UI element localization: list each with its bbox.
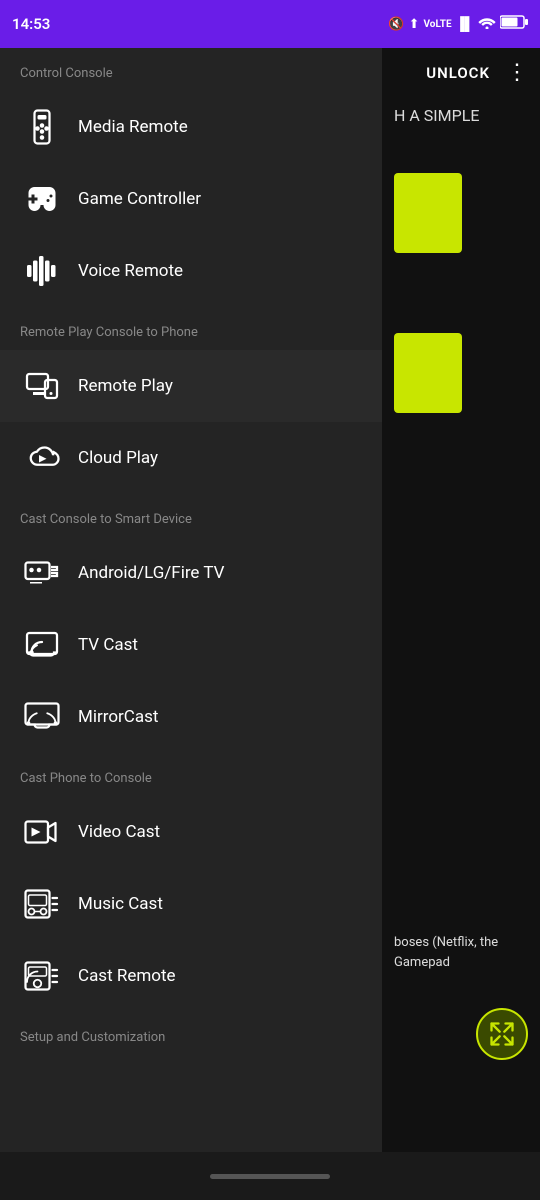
sidebar-item-cloud-play[interactable]: Cloud Play	[0, 422, 382, 494]
yellow-rect-2	[394, 333, 462, 413]
sidebar-item-music-cast[interactable]: Music Cast	[0, 868, 382, 940]
mirrorcast-icon	[20, 695, 64, 739]
sidebar-item-label-remote-play: Remote Play	[78, 376, 173, 396]
sidebar-item-label-mirrorcast: MirrorCast	[78, 707, 158, 727]
upload-icon: ⬆	[409, 17, 420, 32]
sidebar-item-video-cast[interactable]: Video Cast	[0, 796, 382, 868]
section-header-setup: Setup and Customization	[0, 1012, 382, 1055]
volte-icon: VoLTE	[424, 19, 452, 30]
expand-button[interactable]	[476, 1008, 528, 1060]
battery-level	[500, 15, 528, 33]
main-subtitle: H A SIMPLE	[382, 98, 540, 133]
sidebar-item-label-media-remote: Media Remote	[78, 117, 188, 137]
nav-bar	[0, 1152, 540, 1200]
game-controller-icon	[20, 177, 64, 221]
main-layout: Control Console Media Remote	[0, 48, 540, 1200]
nav-pill	[210, 1174, 330, 1179]
android-tv-icon	[20, 551, 64, 595]
sidebar: Control Console Media Remote	[0, 48, 382, 1200]
rect-group-2	[382, 333, 540, 413]
top-bar: UNLOCK ⋮	[382, 48, 540, 98]
section-remote-play: Remote Play Console to Phone Remote Play	[0, 307, 382, 494]
status-icons: 🔇 ⬆ VoLTE ▐▌	[388, 15, 528, 33]
sidebar-item-label-cloud-play: Cloud Play	[78, 448, 158, 468]
mute-icon: 🔇	[388, 17, 404, 32]
media-remote-icon	[20, 105, 64, 149]
music-cast-icon	[20, 882, 64, 926]
section-header-remote-play: Remote Play Console to Phone	[0, 307, 382, 350]
tv-cast-icon	[20, 623, 64, 667]
section-control-console: Control Console Media Remote	[0, 48, 382, 307]
cast-remote-icon	[20, 954, 64, 998]
cloud-play-icon	[20, 436, 64, 480]
sidebar-item-label-android-lg-fire: Android/LG/Fire TV	[78, 563, 224, 583]
sidebar-item-remote-play[interactable]: Remote Play	[0, 350, 382, 422]
sidebar-item-label-tv-cast: TV Cast	[78, 635, 138, 655]
sidebar-item-label-voice-remote: Voice Remote	[78, 261, 183, 281]
more-options-icon[interactable]: ⋮	[506, 62, 528, 84]
sidebar-item-label-cast-remote: Cast Remote	[78, 966, 176, 986]
signal-icon: ▐▌	[456, 16, 474, 32]
sidebar-item-android-lg-fire[interactable]: Android/LG/Fire TV	[0, 537, 382, 609]
status-bar: 14:53 🔇 ⬆ VoLTE ▐▌	[0, 0, 540, 48]
section-header-cast-console: Cast Console to Smart Device	[0, 494, 382, 537]
status-time: 14:53	[12, 15, 50, 33]
remote-play-icon	[20, 364, 64, 408]
yellow-rect-1	[394, 173, 462, 253]
sidebar-item-label-music-cast: Music Cast	[78, 894, 163, 914]
sidebar-item-label-game-controller: Game Controller	[78, 189, 201, 209]
section-setup: Setup and Customization	[0, 1012, 382, 1095]
sidebar-item-game-controller[interactable]: Game Controller	[0, 163, 382, 235]
section-cast-phone: Cast Phone to Console Video Cast	[0, 753, 382, 1012]
section-header-control-console: Control Console	[0, 48, 382, 91]
voice-remote-icon	[20, 249, 64, 293]
sidebar-item-voice-remote[interactable]: Voice Remote	[0, 235, 382, 307]
rect-group-1	[382, 173, 540, 253]
wifi-icon	[478, 15, 496, 33]
unlock-button[interactable]: UNLOCK	[426, 64, 490, 82]
main-panel: UNLOCK ⋮ H A SIMPLE boses (Netflix, the …	[382, 48, 540, 1200]
section-cast-console: Cast Console to Smart Device Android/LG/…	[0, 494, 382, 753]
sidebar-item-mirrorcast[interactable]: MirrorCast	[0, 681, 382, 753]
section-header-cast-phone: Cast Phone to Console	[0, 753, 382, 796]
sidebar-item-label-video-cast: Video Cast	[78, 822, 160, 842]
sidebar-item-tv-cast[interactable]: TV Cast	[0, 609, 382, 681]
video-cast-icon	[20, 810, 64, 854]
sidebar-item-cast-remote[interactable]: Cast Remote	[0, 940, 382, 1012]
main-bottom-text: boses (Netflix, the Gamepad	[382, 925, 540, 980]
sidebar-item-media-remote[interactable]: Media Remote	[0, 91, 382, 163]
